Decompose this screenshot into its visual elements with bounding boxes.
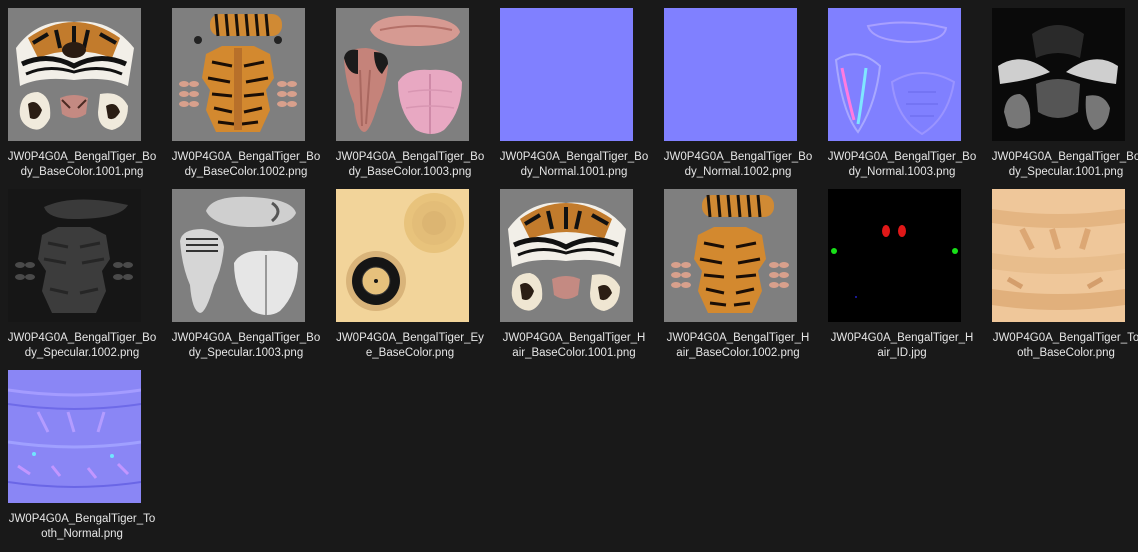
tiger-body-basecolor-1002-thumbnail (172, 8, 305, 141)
file-item[interactable]: JW0P4G0A_BengalTiger_Bo dy_Specular.1002… (0, 181, 164, 362)
tiger-body-basecolor-1001-thumbnail (8, 8, 141, 141)
file-item[interactable]: JW0P4G0A_BengalTiger_Ey e_BaseColor.png (328, 181, 492, 362)
file-item[interactable]: JW0P4G0A_BengalTiger_H air_ID.jpg (820, 181, 984, 362)
tiger-body-normal-1001-thumbnail (500, 8, 633, 141)
tiger-body-basecolor-1001-thumbnail (8, 8, 141, 141)
file-name: JW0P4G0A_BengalTiger_Ey e_BaseColor.png (336, 332, 484, 359)
file-name: JW0P4G0A_BengalTiger_Bo dy_Normal.1002.p… (663, 151, 813, 178)
tiger-tooth-normal-thumbnail (8, 370, 141, 503)
file-name: JW0P4G0A_BengalTiger_Bo dy_Specular.1001… (991, 151, 1138, 178)
tiger-eye-basecolor-thumbnail (336, 189, 469, 322)
tiger-hair-id-thumbnail (828, 189, 961, 322)
file-name: JW0P4G0A_BengalTiger_H air_BaseColor.100… (666, 332, 810, 359)
file-name: JW0P4G0A_BengalTiger_Bo dy_BaseColor.100… (7, 151, 157, 178)
tiger-hair-basecolor-1001-thumbnail (500, 189, 633, 322)
file-grid: JW0P4G0A_BengalTiger_Bo dy_BaseColor.100… (0, 0, 1138, 552)
tiger-hair-id-thumbnail (828, 189, 961, 322)
tiger-body-normal-1003-thumbnail (828, 8, 961, 141)
tiger-body-normal-1002-thumbnail (664, 8, 797, 141)
file-item[interactable]: JW0P4G0A_BengalTiger_To oth_BaseColor.pn… (984, 181, 1138, 362)
file-item[interactable]: JW0P4G0A_BengalTiger_Bo dy_Specular.1001… (984, 0, 1138, 181)
tiger-tooth-basecolor-thumbnail (992, 189, 1125, 322)
file-item[interactable]: JW0P4G0A_BengalTiger_Bo dy_Specular.1003… (164, 181, 328, 362)
tiger-eye-basecolor-thumbnail (336, 189, 469, 322)
tiger-body-specular-1002-thumbnail (8, 189, 141, 322)
file-item[interactable]: JW0P4G0A_BengalTiger_Bo dy_Normal.1003.p… (820, 0, 984, 181)
file-name: JW0P4G0A_BengalTiger_To oth_BaseColor.pn… (992, 332, 1138, 359)
tiger-body-basecolor-1002-thumbnail (172, 8, 305, 141)
file-item[interactable]: JW0P4G0A_BengalTiger_Bo dy_Normal.1002.p… (656, 0, 820, 181)
tiger-hair-basecolor-1001-thumbnail (500, 189, 633, 322)
tiger-body-specular-1002-thumbnail (8, 189, 141, 322)
file-name: JW0P4G0A_BengalTiger_Bo dy_Normal.1003.p… (827, 151, 977, 178)
file-name: JW0P4G0A_BengalTiger_H air_ID.jpg (830, 332, 974, 359)
file-item[interactable]: JW0P4G0A_BengalTiger_H air_BaseColor.100… (492, 181, 656, 362)
tiger-body-normal-1002-thumbnail (664, 8, 797, 141)
file-name: JW0P4G0A_BengalTiger_Bo dy_BaseColor.100… (335, 151, 485, 178)
tiger-body-basecolor-1003-thumbnail (336, 8, 469, 141)
file-name: JW0P4G0A_BengalTiger_H air_BaseColor.100… (502, 332, 646, 359)
tiger-tooth-basecolor-thumbnail (992, 189, 1125, 322)
tiger-body-specular-1003-thumbnail (172, 189, 305, 322)
file-item[interactable]: JW0P4G0A_BengalTiger_Bo dy_BaseColor.100… (0, 0, 164, 181)
file-item[interactable]: JW0P4G0A_BengalTiger_H air_BaseColor.100… (656, 181, 820, 362)
tiger-body-specular-1001-thumbnail (992, 8, 1125, 141)
file-name: JW0P4G0A_BengalTiger_Bo dy_Specular.1002… (7, 332, 157, 359)
file-name: JW0P4G0A_BengalTiger_Bo dy_BaseColor.100… (171, 151, 321, 178)
tiger-body-normal-1003-thumbnail (828, 8, 961, 141)
file-item[interactable]: JW0P4G0A_BengalTiger_Bo dy_Normal.1001.p… (492, 0, 656, 181)
tiger-body-specular-1001-thumbnail (992, 8, 1125, 141)
tiger-tooth-normal-thumbnail (8, 370, 141, 503)
tiger-body-specular-1003-thumbnail (172, 189, 305, 322)
tiger-hair-basecolor-1002-thumbnail (664, 189, 797, 322)
tiger-body-normal-1001-thumbnail (500, 8, 633, 141)
tiger-hair-basecolor-1002-thumbnail (664, 189, 797, 322)
file-name: JW0P4G0A_BengalTiger_To oth_Normal.png (8, 513, 156, 540)
file-item[interactable]: JW0P4G0A_BengalTiger_Bo dy_BaseColor.100… (328, 0, 492, 181)
tiger-body-basecolor-1003-thumbnail (336, 8, 469, 141)
file-name: JW0P4G0A_BengalTiger_Bo dy_Normal.1001.p… (499, 151, 649, 178)
file-item[interactable]: JW0P4G0A_BengalTiger_Bo dy_BaseColor.100… (164, 0, 328, 181)
file-item[interactable]: JW0P4G0A_BengalTiger_To oth_Normal.png (0, 362, 164, 543)
file-name: JW0P4G0A_BengalTiger_Bo dy_Specular.1003… (171, 332, 321, 359)
